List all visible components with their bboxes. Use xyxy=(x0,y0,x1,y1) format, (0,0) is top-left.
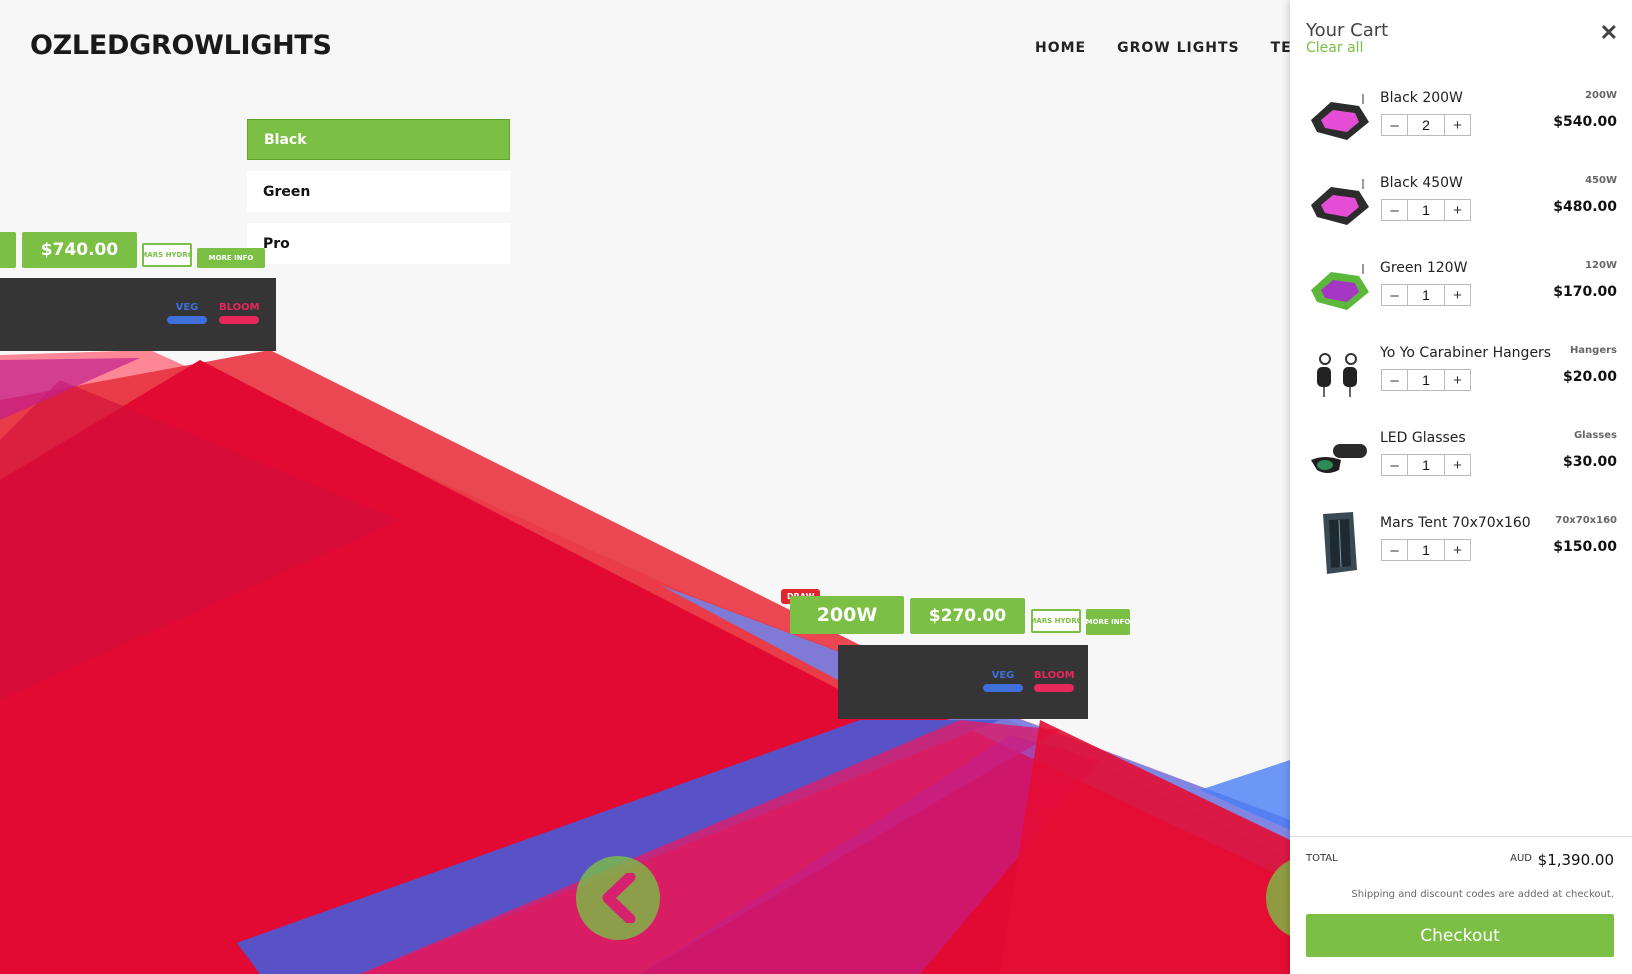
clear-all-link[interactable]: Clear all xyxy=(1306,40,1363,56)
total-label: TOTAL xyxy=(1306,853,1338,864)
price-pill-center[interactable]: $270.00 xyxy=(910,598,1025,634)
chevron-left-icon xyxy=(602,873,636,923)
cart-item-name: Black 450W xyxy=(1380,175,1463,191)
increase-qty-button[interactable]: + xyxy=(1445,115,1470,135)
cart-item-name: Green 120W xyxy=(1380,260,1468,276)
total-amount: $1,390.00 xyxy=(1537,851,1614,869)
cart-item-price: $20.00 xyxy=(1562,369,1617,385)
veg-label: VEG xyxy=(991,670,1015,681)
led-panel-black-thumbnail xyxy=(1306,175,1372,231)
qty-value[interactable]: 1 xyxy=(1407,285,1445,305)
cart-item-price: $30.00 xyxy=(1562,454,1617,470)
decrease-qty-button[interactable]: – xyxy=(1382,455,1407,475)
qty-value[interactable]: 1 xyxy=(1407,370,1445,390)
decrease-qty-button[interactable]: – xyxy=(1382,115,1407,135)
cart-footer: TOTAL AUD $1,390.00 Shipping and discoun… xyxy=(1290,836,1632,974)
quantity-stepper: – 1 + xyxy=(1381,369,1471,391)
increase-qty-button[interactable]: + xyxy=(1445,540,1470,560)
cart-item-price: $540.00 xyxy=(1553,114,1617,130)
dropdown-option-pro[interactable]: Pro xyxy=(247,223,510,264)
quantity-stepper: – 1 + xyxy=(1381,454,1471,476)
veg-label: VEG xyxy=(175,302,199,313)
cart-item-variant: 200W xyxy=(1585,90,1617,101)
led-panel-green-thumbnail xyxy=(1306,260,1372,316)
main-nav: HOME GROW LIGHTS TEN xyxy=(1035,40,1304,56)
increase-qty-button[interactable]: + xyxy=(1445,370,1470,390)
price-pill-left[interactable]: $740.00 xyxy=(22,232,137,268)
cart-item-variant: 70x70x160 xyxy=(1555,515,1617,526)
bloom-toggle-center[interactable]: BLOOM xyxy=(1034,670,1075,692)
bloom-label: BLOOM xyxy=(1034,670,1075,681)
wattage-pill-left[interactable] xyxy=(0,232,16,268)
qty-value[interactable]: 1 xyxy=(1407,200,1445,220)
quantity-stepper: – 1 + xyxy=(1381,284,1471,306)
brand-tag-left: MARS HYDRO xyxy=(142,243,192,267)
qty-value[interactable]: 2 xyxy=(1407,115,1445,135)
hero-background-art xyxy=(0,0,1290,974)
increase-qty-button[interactable]: + xyxy=(1445,285,1470,305)
cart-title: Your Cart xyxy=(1306,20,1389,41)
qty-value[interactable]: 1 xyxy=(1407,455,1445,475)
decrease-qty-button[interactable]: – xyxy=(1382,285,1407,305)
cart-item: LED Glasses Glasses – 1 + $30.00 xyxy=(1290,424,1632,509)
dropdown-option-black[interactable]: Black xyxy=(247,119,510,160)
qty-value[interactable]: 1 xyxy=(1407,540,1445,560)
cart-item-variant: 120W xyxy=(1585,260,1617,271)
cart-item-name: Black 200W xyxy=(1380,90,1463,106)
bloom-bar xyxy=(1034,684,1074,692)
decrease-qty-button[interactable]: – xyxy=(1382,540,1407,560)
bloom-bar xyxy=(219,316,259,324)
hangers-thumbnail xyxy=(1306,345,1372,401)
veg-toggle-center[interactable]: VEG xyxy=(983,670,1023,692)
decrease-qty-button[interactable]: – xyxy=(1382,370,1407,390)
color-dropdown: Black Green Pro xyxy=(247,119,510,275)
cart-item: Green 120W 120W – 1 + $170.00 xyxy=(1290,254,1632,339)
dropdown-option-green[interactable]: Green xyxy=(247,171,510,212)
increase-qty-button[interactable]: + xyxy=(1445,200,1470,220)
close-icon[interactable]: ✕ xyxy=(1600,20,1618,46)
cart-item: Black 450W 450W – 1 + $480.00 xyxy=(1290,169,1632,254)
cart-item-price: $480.00 xyxy=(1553,199,1617,215)
checkout-button[interactable]: Checkout xyxy=(1306,914,1614,957)
glasses-thumbnail xyxy=(1306,430,1372,486)
cart-item-price: $150.00 xyxy=(1553,539,1617,555)
total-currency: AUD xyxy=(1510,853,1532,864)
tent-thumbnail xyxy=(1306,512,1372,574)
nav-grow-lights[interactable]: GROW LIGHTS xyxy=(1117,40,1239,56)
more-info-button-center[interactable]: MORE INFO xyxy=(1086,609,1130,635)
cart-drawer: Your Cart Clear all ✕ Black 200W 200W – … xyxy=(1290,0,1632,974)
nav-home[interactable]: HOME xyxy=(1035,40,1086,56)
site-logo[interactable]: OZLEDGROWLIGHTS xyxy=(30,30,332,61)
veg-bar xyxy=(983,684,1023,692)
veg-toggle-left[interactable]: VEG xyxy=(167,302,207,324)
bloom-toggle-left[interactable]: BLOOM xyxy=(219,302,260,324)
veg-bar xyxy=(167,316,207,324)
cart-item-variant: Glasses xyxy=(1573,430,1617,441)
cart-item-variant: Hangers xyxy=(1569,345,1617,356)
increase-qty-button[interactable]: + xyxy=(1445,455,1470,475)
cart-item-name: Yo Yo Carabiner Hangers xyxy=(1380,345,1552,361)
prev-slide-button[interactable] xyxy=(576,856,660,940)
brand-tag-center: MARS HYDRO xyxy=(1031,609,1081,633)
cart-item: Black 200W 200W – 2 + $540.00 xyxy=(1290,84,1632,169)
quantity-stepper: – 2 + xyxy=(1381,114,1471,136)
cart-item-list: Black 200W 200W – 2 + $540.00 Black 450W… xyxy=(1290,84,1632,594)
wattage-pill-center[interactable]: 200W xyxy=(790,596,904,634)
cart-item-price: $170.00 xyxy=(1553,284,1617,300)
cart-item: Mars Tent 70x70x160 70x70x160 – 1 + $150… xyxy=(1290,509,1632,594)
led-panel-black-thumbnail xyxy=(1306,90,1372,146)
decrease-qty-button[interactable]: – xyxy=(1382,200,1407,220)
quantity-stepper: – 1 + xyxy=(1381,199,1471,221)
cart-item-name: Mars Tent 70x70x160 xyxy=(1380,515,1531,531)
shipping-note: Shipping and discount codes are added at… xyxy=(1351,889,1614,900)
cart-item-name: LED Glasses xyxy=(1380,430,1466,446)
bloom-label: BLOOM xyxy=(219,302,260,313)
quantity-stepper: – 1 + xyxy=(1381,539,1471,561)
cart-item: Yo Yo Carabiner Hangers Hangers – 1 + $2… xyxy=(1290,339,1632,424)
cart-item-variant: 450W xyxy=(1585,175,1617,186)
more-info-button-left[interactable]: MORE INFO xyxy=(197,248,265,268)
